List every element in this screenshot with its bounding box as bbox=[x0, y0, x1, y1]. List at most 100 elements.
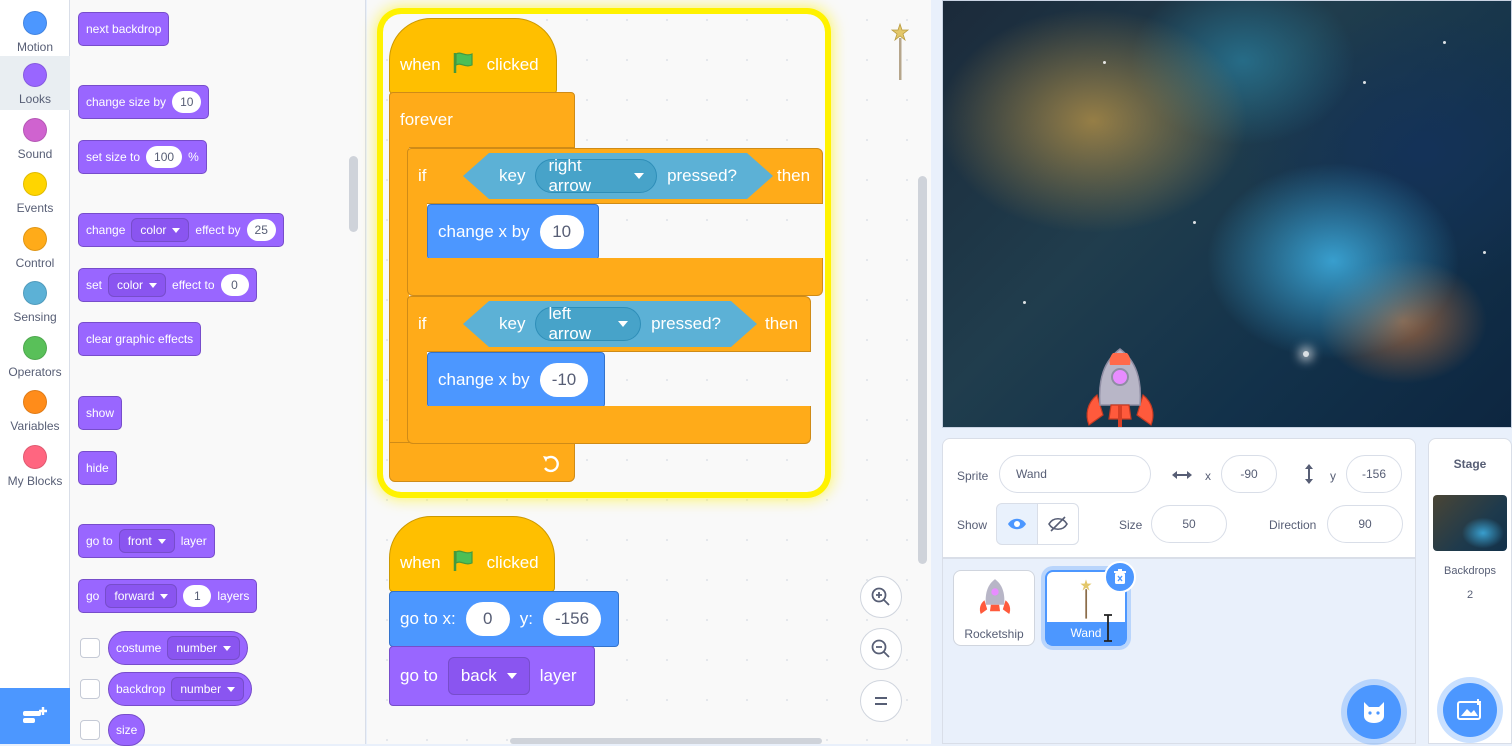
add-extension-button[interactable] bbox=[0, 688, 70, 744]
change-x-block[interactable]: change x by 10 bbox=[427, 204, 599, 260]
layer-dropdown[interactable]: back bbox=[447, 657, 530, 695]
zoom-out-button[interactable] bbox=[860, 628, 902, 670]
key-dropdown[interactable]: left arrow bbox=[535, 307, 641, 341]
if-arm bbox=[407, 350, 427, 408]
block-label: layer bbox=[180, 534, 207, 548]
effect-dropdown[interactable]: color bbox=[108, 273, 167, 297]
code-area[interactable]: when clicked forever if key right arrow … bbox=[367, 0, 931, 744]
forever-block[interactable]: forever bbox=[389, 92, 575, 148]
dropdown-arrow-icon bbox=[172, 227, 181, 233]
block-label: clicked bbox=[486, 55, 539, 74]
delete-sprite-button[interactable] bbox=[1104, 561, 1136, 593]
palette-scrollbar[interactable] bbox=[349, 156, 358, 232]
sprite-name-input[interactable]: Wand bbox=[999, 455, 1151, 493]
rocketship-sprite[interactable] bbox=[1083, 347, 1157, 428]
block-label: change bbox=[86, 223, 126, 237]
sprite-size-input[interactable]: 50 bbox=[1151, 505, 1227, 543]
backdrop-checkbox[interactable] bbox=[80, 679, 100, 699]
size-reporter[interactable]: size bbox=[108, 714, 146, 746]
backdrop-reporter[interactable]: backdrop number bbox=[108, 672, 253, 706]
sprite-thumb-rocketship[interactable]: Rocketship bbox=[953, 570, 1035, 646]
change-x-input[interactable]: -10 bbox=[539, 363, 589, 397]
block-palette: next backdrop change size by 10 set size… bbox=[70, 0, 366, 746]
dropdown-arrow-icon bbox=[149, 282, 158, 288]
block-label: go to bbox=[86, 534, 113, 548]
costume-dropdown[interactable]: number bbox=[167, 636, 241, 660]
layers-input[interactable]: 1 bbox=[183, 585, 212, 607]
show-sprite-button[interactable] bbox=[996, 503, 1038, 545]
go-to-layer-script-block[interactable]: go to back layer bbox=[389, 646, 595, 706]
direction-value: 90 bbox=[1358, 517, 1372, 531]
events-dot-icon bbox=[23, 172, 47, 196]
category-sound[interactable]: Sound bbox=[0, 111, 70, 165]
dropdown-value: front bbox=[127, 534, 152, 548]
choose-backdrop-button[interactable] bbox=[1443, 683, 1497, 737]
set-effect-block[interactable]: set color effect to 0 bbox=[78, 268, 257, 302]
zoom-reset-button[interactable] bbox=[860, 680, 902, 722]
size-checkbox[interactable] bbox=[80, 720, 100, 740]
zoom-in-button[interactable] bbox=[860, 576, 902, 618]
direction-dropdown[interactable]: forward bbox=[105, 584, 178, 608]
category-operators[interactable]: Operators bbox=[0, 329, 70, 383]
key-pressed-condition-left[interactable]: key left arrow pressed? bbox=[463, 301, 757, 347]
stage-selector-pane[interactable]: Stage Backdrops 2 bbox=[1428, 438, 1512, 744]
sprite-direction-input[interactable]: 90 bbox=[1327, 505, 1403, 543]
costume-reporter[interactable]: costume number bbox=[108, 631, 249, 665]
backdrop-dropdown[interactable]: number bbox=[171, 677, 245, 701]
then-label-wrap: then bbox=[765, 300, 798, 348]
category-looks[interactable]: Looks bbox=[0, 56, 70, 110]
effect-change-input[interactable]: 25 bbox=[246, 219, 276, 241]
costume-checkbox[interactable] bbox=[80, 638, 100, 658]
equals-icon bbox=[875, 697, 887, 705]
when-flag-clicked-hat[interactable]: when clicked bbox=[389, 18, 557, 94]
choose-sprite-button[interactable] bbox=[1347, 685, 1401, 739]
block-label: set bbox=[86, 278, 103, 292]
set-size-block[interactable]: set size to 100 % bbox=[78, 140, 207, 174]
category-events[interactable]: Events bbox=[0, 165, 70, 219]
code-horizontal-scrollbar[interactable] bbox=[510, 738, 822, 744]
stage-canvas[interactable] bbox=[942, 0, 1512, 428]
change-x-block[interactable]: change x by -10 bbox=[427, 352, 605, 408]
key-pressed-condition-right[interactable]: key right arrow pressed? bbox=[463, 153, 773, 199]
go-to-layer-block[interactable]: go to front layer bbox=[78, 524, 215, 558]
change-effect-block[interactable]: change color effect by 25 bbox=[78, 213, 284, 247]
size-input[interactable]: 100 bbox=[146, 146, 183, 168]
category-my-blocks[interactable]: My Blocks bbox=[0, 438, 70, 492]
category-control[interactable]: Control bbox=[0, 220, 70, 274]
backdrops-label: Backdrops bbox=[1444, 565, 1496, 577]
dropdown-arrow-icon bbox=[227, 686, 236, 692]
code-vertical-scrollbar[interactable] bbox=[918, 176, 927, 564]
dropdown-value: number bbox=[180, 682, 222, 696]
hide-block[interactable]: hide bbox=[78, 451, 117, 485]
when-flag-clicked-hat-2[interactable]: when clicked bbox=[389, 516, 555, 592]
layer-dropdown[interactable]: front bbox=[118, 529, 175, 553]
sprite-list-pane: Rocketship Wand bbox=[942, 558, 1416, 744]
sprite-name-label: Sprite bbox=[957, 469, 989, 483]
trash-icon bbox=[1114, 569, 1126, 584]
change-size-block[interactable]: change size by 10 bbox=[78, 85, 210, 119]
y-input[interactable]: -156 bbox=[543, 602, 602, 636]
effect-dropdown[interactable]: color bbox=[131, 218, 190, 242]
backdrop-thumbnail[interactable] bbox=[1433, 495, 1507, 551]
go-to-xy-block[interactable]: go to x: 0 y: -156 bbox=[389, 591, 619, 647]
eye-hidden-icon bbox=[1048, 516, 1068, 532]
show-block[interactable]: show bbox=[78, 396, 123, 430]
sprite-x-input[interactable]: -90 bbox=[1221, 455, 1277, 493]
next-backdrop-block[interactable]: next backdrop bbox=[78, 12, 170, 46]
looks-dot-icon bbox=[23, 63, 47, 87]
category-variables[interactable]: Variables bbox=[0, 383, 70, 437]
hide-sprite-button[interactable] bbox=[1037, 503, 1079, 545]
clear-graphic-effects-block[interactable]: clear graphic effects bbox=[78, 322, 202, 356]
effect-value-input[interactable]: 0 bbox=[220, 274, 249, 296]
size-change-input[interactable]: 10 bbox=[172, 91, 202, 113]
sprite-y-input[interactable]: -156 bbox=[1346, 455, 1402, 493]
my-blocks-dot-icon bbox=[23, 445, 47, 469]
block-label: costume bbox=[116, 641, 162, 655]
category-motion[interactable]: Motion bbox=[0, 4, 70, 58]
dropdown-value: color bbox=[117, 278, 144, 292]
change-x-input[interactable]: 10 bbox=[539, 215, 584, 249]
key-dropdown[interactable]: right arrow bbox=[535, 159, 657, 193]
x-input[interactable]: 0 bbox=[465, 602, 510, 636]
go-layers-block[interactable]: go forward 1 layers bbox=[78, 579, 258, 613]
category-sensing[interactable]: Sensing bbox=[0, 274, 70, 328]
